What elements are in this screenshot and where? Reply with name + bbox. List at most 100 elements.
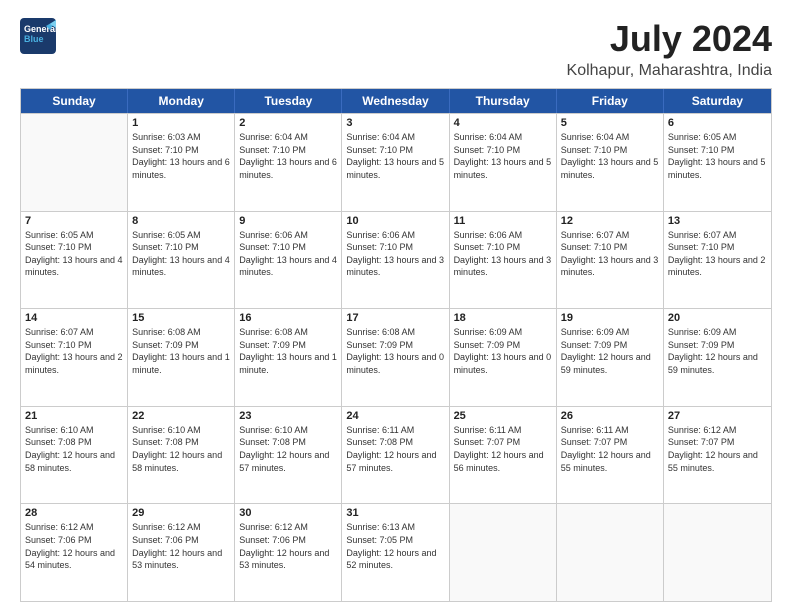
cell-info: Sunrise: 6:06 AMSunset: 7:10 PMDaylight:… [239, 229, 337, 279]
cell-day-number: 19 [561, 312, 659, 324]
calendar-row-3: 21 Sunrise: 6:10 AMSunset: 7:08 PMDayligh… [21, 406, 771, 504]
logo-icon: General Blue [20, 18, 56, 54]
cell-day-number: 20 [668, 312, 767, 324]
cell-info: Sunrise: 6:07 AMSunset: 7:10 PMDaylight:… [25, 326, 123, 376]
calendar-row-0: 1 Sunrise: 6:03 AMSunset: 7:10 PMDaylight… [21, 113, 771, 211]
table-row [664, 504, 771, 601]
cell-day-number: 4 [454, 117, 552, 129]
cell-info: Sunrise: 6:10 AMSunset: 7:08 PMDaylight:… [132, 424, 230, 474]
title-block: July 2024 Kolhapur, Maharashtra, India [567, 18, 772, 80]
header-cell-tuesday: Tuesday [235, 89, 342, 113]
table-row: 12Sunrise: 6:07 AMSunset: 7:10 PMDayligh… [557, 212, 664, 309]
cell-day-number: 26 [561, 410, 659, 422]
cell-info: Sunrise: 6:12 AMSunset: 7:07 PMDaylight:… [668, 424, 767, 474]
table-row: 15 Sunrise: 6:08 AMSunset: 7:09 PMDayligh… [128, 309, 235, 406]
cell-info: Sunrise: 6:10 AMSunset: 7:08 PMDaylight:… [239, 424, 337, 474]
cell-info: Sunrise: 6:13 AMSunset: 7:05 PMDaylight:… [346, 521, 444, 571]
table-row: 31 Sunrise: 6:13 AMSunset: 7:05 PMDayligh… [342, 504, 449, 601]
table-row: 5 Sunrise: 6:04 AMSunset: 7:10 PMDaylight… [557, 114, 664, 211]
cell-day-number: 22 [132, 410, 230, 422]
cell-info: Sunrise: 6:07 AMSunset: 7:10 PMDaylight:… [561, 229, 659, 279]
calendar-row-2: 14 Sunrise: 6:07 AMSunset: 7:10 PMDayligh… [21, 308, 771, 406]
cell-day-number: 29 [132, 507, 230, 519]
cell-info: Sunrise: 6:11 AMSunset: 7:07 PMDaylight:… [561, 424, 659, 474]
calendar-row-1: 7 Sunrise: 6:05 AMSunset: 7:10 PMDaylight… [21, 211, 771, 309]
table-row: 14 Sunrise: 6:07 AMSunset: 7:10 PMDayligh… [21, 309, 128, 406]
cell-info: Sunrise: 6:08 AMSunset: 7:09 PMDaylight:… [132, 326, 230, 376]
cell-day-number: 15 [132, 312, 230, 324]
cell-day-number: 25 [454, 410, 552, 422]
cell-info: Sunrise: 6:11 AMSunset: 7:07 PMDaylight:… [454, 424, 552, 474]
cell-day-number: 31 [346, 507, 444, 519]
table-row: 22 Sunrise: 6:10 AMSunset: 7:08 PMDayligh… [128, 407, 235, 504]
table-row: 24 Sunrise: 6:11 AMSunset: 7:08 PMDayligh… [342, 407, 449, 504]
cell-day-number: 11 [454, 215, 552, 227]
table-row: 2Sunrise: 6:04 AMSunset: 7:10 PMDaylight… [235, 114, 342, 211]
calendar-body: 1 Sunrise: 6:03 AMSunset: 7:10 PMDaylight… [21, 113, 771, 601]
cell-day-number: 7 [25, 215, 123, 227]
header-cell-sunday: Sunday [21, 89, 128, 113]
header-cell-monday: Monday [128, 89, 235, 113]
cell-day-number: 30 [239, 507, 337, 519]
cell-day-number: 17 [346, 312, 444, 324]
cell-day-number: 10 [346, 215, 444, 227]
table-row [557, 504, 664, 601]
cell-info: Sunrise: 6:09 AMSunset: 7:09 PMDaylight:… [668, 326, 767, 376]
cell-info: Sunrise: 6:04 AMSunset: 7:10 PMDaylight:… [239, 131, 337, 181]
cell-day-number: 18 [454, 312, 552, 324]
header-cell-thursday: Thursday [450, 89, 557, 113]
table-row: 18Sunrise: 6:09 AMSunset: 7:09 PMDayligh… [450, 309, 557, 406]
cell-info: Sunrise: 6:12 AMSunset: 7:06 PMDaylight:… [132, 521, 230, 571]
cell-info: Sunrise: 6:09 AMSunset: 7:09 PMDaylight:… [561, 326, 659, 376]
cell-info: Sunrise: 6:08 AMSunset: 7:09 PMDaylight:… [239, 326, 337, 376]
table-row: 25 Sunrise: 6:11 AMSunset: 7:07 PMDayligh… [450, 407, 557, 504]
svg-text:Blue: Blue [24, 34, 44, 44]
cell-info: Sunrise: 6:07 AMSunset: 7:10 PMDaylight:… [668, 229, 767, 279]
table-row: 21 Sunrise: 6:10 AMSunset: 7:08 PMDayligh… [21, 407, 128, 504]
cell-day-number: 5 [561, 117, 659, 129]
cell-info: Sunrise: 6:10 AMSunset: 7:08 PMDaylight:… [25, 424, 123, 474]
cell-day-number: 14 [25, 312, 123, 324]
header-cell-wednesday: Wednesday [342, 89, 449, 113]
cell-info: Sunrise: 6:05 AMSunset: 7:10 PMDaylight:… [132, 229, 230, 279]
cell-info: Sunrise: 6:04 AMSunset: 7:10 PMDaylight:… [346, 131, 444, 181]
cell-info: Sunrise: 6:08 AMSunset: 7:09 PMDaylight:… [346, 326, 444, 376]
cell-info: Sunrise: 6:04 AMSunset: 7:10 PMDaylight:… [561, 131, 659, 181]
location-title: Kolhapur, Maharashtra, India [567, 62, 772, 80]
month-title: July 2024 [567, 18, 772, 60]
page: General Blue July 2024 Kolhapur, Maharas… [0, 0, 792, 612]
cell-day-number: 3 [346, 117, 444, 129]
header-cell-friday: Friday [557, 89, 664, 113]
table-row: 26 Sunrise: 6:11 AMSunset: 7:07 PMDayligh… [557, 407, 664, 504]
table-row [450, 504, 557, 601]
cell-info: Sunrise: 6:11 AMSunset: 7:08 PMDaylight:… [346, 424, 444, 474]
cell-info: Sunrise: 6:03 AMSunset: 7:10 PMDaylight:… [132, 131, 230, 181]
calendar-header: SundayMondayTuesdayWednesdayThursdayFrid… [21, 89, 771, 113]
cell-day-number: 21 [25, 410, 123, 422]
cell-day-number: 8 [132, 215, 230, 227]
table-row: 4Sunrise: 6:04 AMSunset: 7:10 PMDaylight… [450, 114, 557, 211]
table-row: 3 Sunrise: 6:04 AMSunset: 7:10 PMDaylight… [342, 114, 449, 211]
table-row [21, 114, 128, 211]
cell-day-number: 1 [132, 117, 230, 129]
table-row: 8 Sunrise: 6:05 AMSunset: 7:10 PMDaylight… [128, 212, 235, 309]
cell-day-number: 13 [668, 215, 767, 227]
header: General Blue July 2024 Kolhapur, Maharas… [20, 18, 772, 80]
table-row: 9 Sunrise: 6:06 AMSunset: 7:10 PMDaylight… [235, 212, 342, 309]
table-row: 1 Sunrise: 6:03 AMSunset: 7:10 PMDaylight… [128, 114, 235, 211]
cell-day-number: 23 [239, 410, 337, 422]
header-cell-saturday: Saturday [664, 89, 771, 113]
cell-info: Sunrise: 6:05 AMSunset: 7:10 PMDaylight:… [668, 131, 767, 181]
table-row: 10Sunrise: 6:06 AMSunset: 7:10 PMDayligh… [342, 212, 449, 309]
table-row: 29 Sunrise: 6:12 AMSunset: 7:06 PMDayligh… [128, 504, 235, 601]
table-row: 30Sunrise: 6:12 AMSunset: 7:06 PMDayligh… [235, 504, 342, 601]
cell-day-number: 24 [346, 410, 444, 422]
cell-day-number: 16 [239, 312, 337, 324]
table-row: 23 Sunrise: 6:10 AMSunset: 7:08 PMDayligh… [235, 407, 342, 504]
table-row: 6Sunrise: 6:05 AMSunset: 7:10 PMDaylight… [664, 114, 771, 211]
table-row: 19 Sunrise: 6:09 AMSunset: 7:09 PMDayligh… [557, 309, 664, 406]
cell-day-number: 9 [239, 215, 337, 227]
calendar-row-4: 28Sunrise: 6:12 AMSunset: 7:06 PMDayligh… [21, 503, 771, 601]
table-row: 28Sunrise: 6:12 AMSunset: 7:06 PMDayligh… [21, 504, 128, 601]
table-row: 13 Sunrise: 6:07 AMSunset: 7:10 PMDayligh… [664, 212, 771, 309]
